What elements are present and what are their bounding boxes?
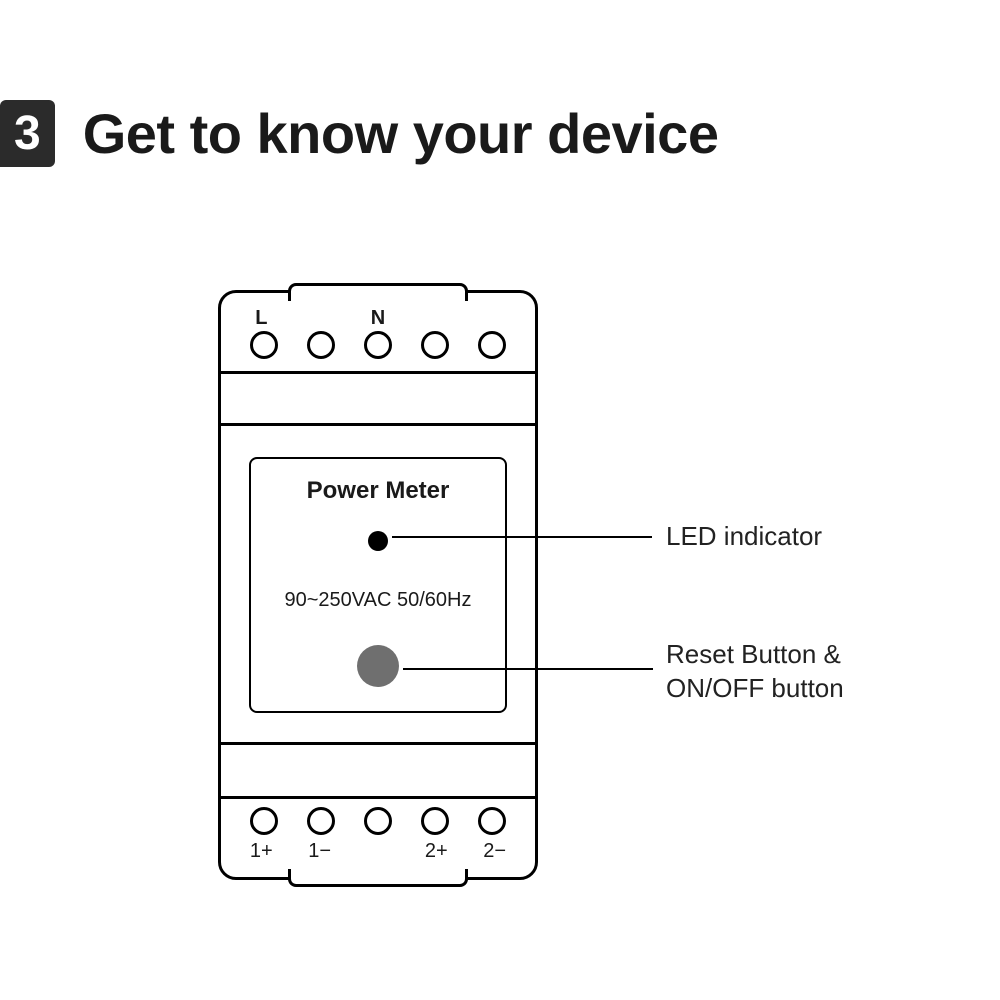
- top-notch: [288, 283, 468, 301]
- top-terminal-labels: L N: [221, 307, 535, 330]
- bottom-terminal-circles: [221, 807, 535, 835]
- terminal-circle-icon: [478, 807, 506, 835]
- bottom-terminal-labels: 1+ 1− 2+ 2−: [221, 840, 535, 863]
- terminal-circle-icon: [307, 807, 335, 835]
- terminal-circle-icon: [364, 331, 392, 359]
- bottom-notch: [288, 869, 468, 887]
- device-panel: Power Meter 90~250VAC 50/60Hz: [249, 457, 507, 713]
- terminal-label-L: L: [243, 307, 279, 330]
- divider-line: [221, 371, 535, 374]
- top-terminal-circles: [221, 331, 535, 359]
- callout-reset-line2: ON/OFF button: [666, 672, 844, 706]
- terminal-label-1plus: 1+: [243, 840, 279, 863]
- terminal-label-2plus: 2+: [418, 840, 454, 863]
- terminal-circle-icon: [421, 331, 449, 359]
- callout-reset-label: Reset Button & ON/OFF button: [666, 638, 844, 706]
- terminal-circle-icon: [250, 331, 278, 359]
- callout-line-reset: [403, 668, 653, 670]
- reset-button-icon: [357, 645, 399, 687]
- section-title: Get to know your device: [83, 101, 719, 166]
- led-indicator-icon: [368, 531, 388, 551]
- divider-line: [221, 796, 535, 799]
- terminal-circle-icon: [307, 331, 335, 359]
- terminal-label-N: N: [360, 307, 396, 330]
- terminal-circle-icon: [364, 807, 392, 835]
- callout-reset-line1: Reset Button &: [666, 638, 844, 672]
- terminal-circle-icon: [421, 807, 449, 835]
- terminal-circle-icon: [250, 807, 278, 835]
- callout-led-label: LED indicator: [666, 520, 822, 554]
- device-diagram: L N Power Meter 90~250VAC 50/60Hz: [218, 290, 538, 880]
- divider-line: [221, 742, 535, 745]
- divider-line: [221, 423, 535, 426]
- panel-title: Power Meter: [251, 477, 505, 505]
- terminal-label-1minus: 1−: [302, 840, 338, 863]
- callout-line-led: [392, 536, 652, 538]
- section-number-badge: 3: [0, 100, 55, 167]
- device-body: L N Power Meter 90~250VAC 50/60Hz: [218, 290, 538, 880]
- spec-text: 90~250VAC 50/60Hz: [251, 589, 505, 612]
- terminal-circle-icon: [478, 331, 506, 359]
- terminal-label-2minus: 2−: [477, 840, 513, 863]
